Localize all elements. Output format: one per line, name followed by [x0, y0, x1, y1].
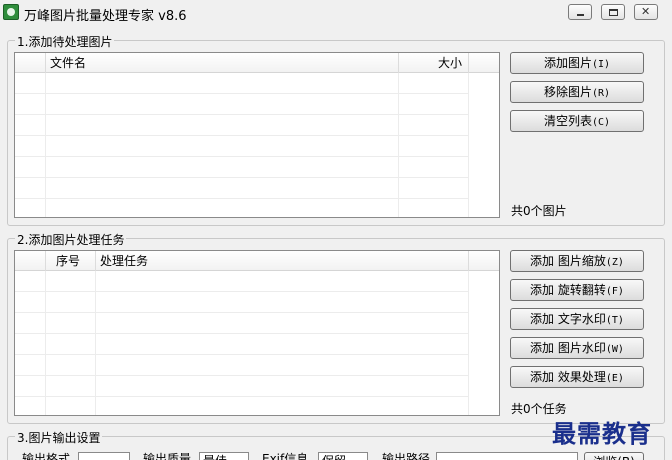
app-icon	[3, 4, 19, 20]
add-image-watermark-shortcut: (W)	[605, 344, 624, 355]
add-image-watermark-label: 添加 图片水印	[530, 341, 606, 355]
list-item	[15, 334, 469, 355]
add-image-shortcut: (I)	[591, 59, 611, 70]
watermark-text: 最需教育	[552, 419, 652, 448]
output-path-label: 输出路径	[382, 452, 431, 460]
add-image-watermark-button[interactable]: 添加 图片水印(W)	[510, 337, 644, 359]
add-text-watermark-button[interactable]: 添加 文字水印(T)	[510, 308, 644, 330]
exif-select[interactable]: 保留	[318, 452, 368, 460]
add-text-watermark-label: 添加 文字水印	[530, 312, 606, 326]
add-resize-task-button[interactable]: 添加 图片缩放(Z)	[510, 250, 644, 272]
list-item	[15, 355, 469, 376]
add-resize-task-label: 添加 图片缩放	[530, 254, 606, 268]
add-rotate-task-label: 添加 旋转翻转	[530, 283, 606, 297]
close-button[interactable]: ✕	[634, 4, 658, 20]
browse-button[interactable]: 浏览(B)	[584, 452, 644, 460]
add-rotate-task-button[interactable]: 添加 旋转翻转(F)	[510, 279, 644, 301]
output-format-label: 输出格式	[22, 452, 71, 460]
add-image-button[interactable]: 添加图片(I)	[510, 52, 644, 74]
tasks-title: 2.添加图片处理任务	[15, 231, 127, 248]
list-item	[15, 271, 469, 292]
list-item	[15, 313, 469, 334]
column-filename[interactable]: 文件名	[46, 53, 399, 73]
add-effect-task-shortcut: (E)	[605, 373, 624, 384]
remove-image-button[interactable]: 移除图片(R)	[510, 81, 644, 103]
list-item	[15, 157, 469, 178]
remove-image-shortcut: (R)	[591, 88, 611, 99]
add-image-label: 添加图片	[543, 56, 592, 70]
column-task[interactable]: 处理任务	[96, 251, 469, 271]
remove-image-label: 移除图片	[543, 85, 592, 99]
list-item	[15, 376, 469, 397]
list-item	[15, 199, 469, 217]
task-list-header: 序号 处理任务	[15, 251, 499, 271]
maximize-icon	[609, 9, 618, 16]
close-icon: ✕	[641, 5, 651, 18]
add-resize-task-shortcut: (Z)	[605, 257, 624, 268]
list-item	[15, 136, 469, 157]
clear-list-label: 清空列表	[543, 114, 592, 128]
list-item	[15, 94, 469, 115]
add-effect-task-label: 添加 效果处理	[530, 370, 606, 384]
clear-list-button[interactable]: 清空列表(C)	[510, 110, 644, 132]
list-item	[15, 115, 469, 136]
image-count-label: 共0个图片	[511, 204, 567, 218]
image-list-header: 文件名 大小	[15, 53, 499, 73]
column-blank	[15, 251, 46, 271]
output-format-select[interactable]	[78, 452, 130, 460]
minimize-icon	[577, 14, 584, 16]
output-quality-label: 输出质量	[143, 452, 192, 460]
exif-label: Exif信息	[262, 452, 309, 460]
minimize-button[interactable]	[568, 4, 592, 20]
maximize-button[interactable]	[601, 4, 625, 20]
title-bar: 万峰图片批量处理专家 v8.6 ✕	[0, 0, 672, 26]
output-settings-title: 3.图片输出设置	[15, 429, 103, 446]
add-images-title: 1.添加待处理图片	[15, 33, 115, 50]
column-blank	[15, 53, 46, 73]
clear-list-shortcut: (C)	[591, 117, 611, 128]
add-effect-task-button[interactable]: 添加 效果处理(E)	[510, 366, 644, 388]
image-list[interactable]: 文件名 大小	[14, 52, 500, 218]
add-text-watermark-shortcut: (T)	[605, 315, 624, 326]
list-item	[15, 292, 469, 313]
add-rotate-task-shortcut: (F)	[605, 286, 624, 297]
column-size[interactable]: 大小	[399, 53, 469, 73]
list-item	[15, 178, 469, 199]
column-index[interactable]: 序号	[46, 251, 96, 271]
list-item	[15, 73, 469, 94]
output-path-input[interactable]	[436, 452, 578, 460]
window-title: 万峰图片批量处理专家 v8.6	[24, 9, 187, 24]
task-list[interactable]: 序号 处理任务	[14, 250, 500, 416]
output-quality-select[interactable]: 最佳	[199, 452, 249, 460]
list-item	[15, 397, 469, 415]
